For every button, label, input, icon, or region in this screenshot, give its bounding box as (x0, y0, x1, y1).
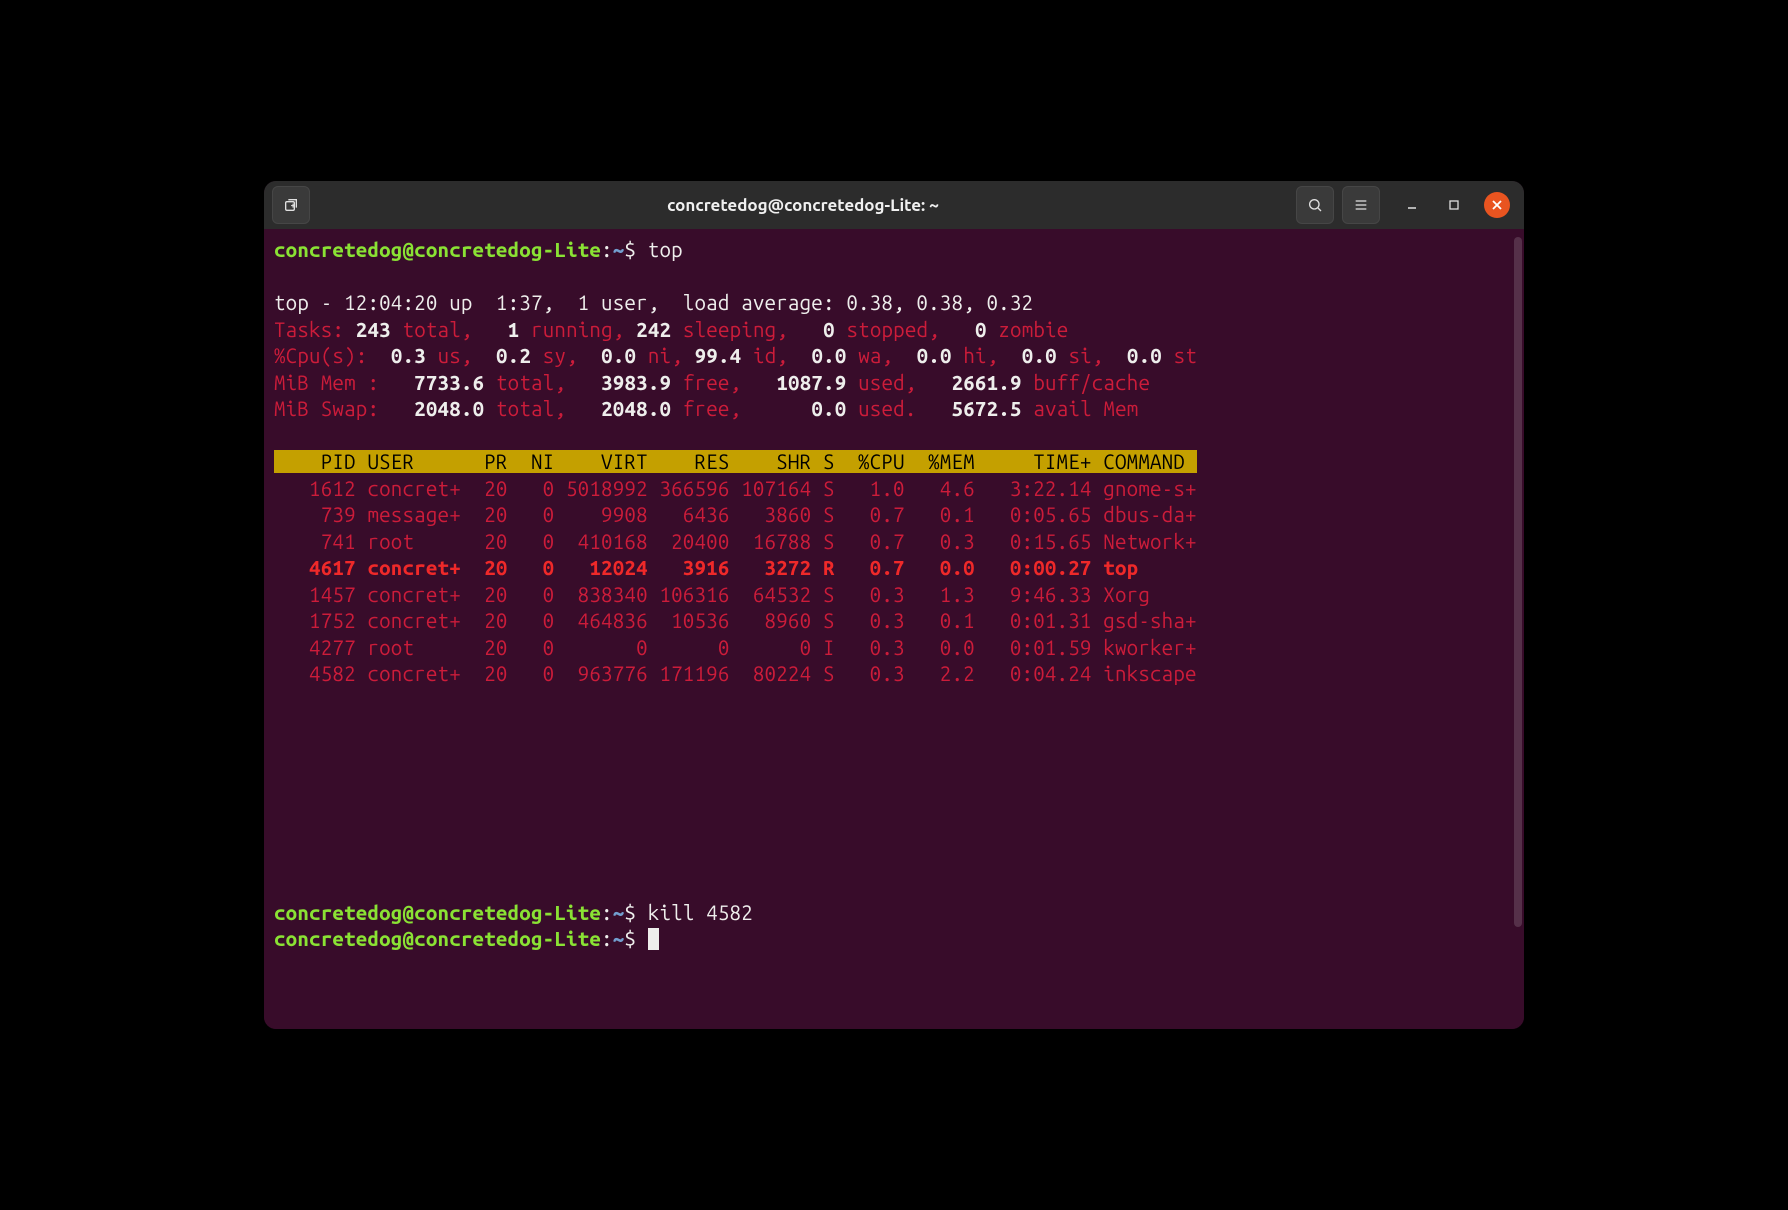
process-row: 741 root 20 0 410168 20400 16788 S 0.7 0… (274, 530, 1197, 553)
terminal-output: concretedog@concretedog-Lite:~$ top top … (274, 237, 1514, 953)
search-button[interactable] (1296, 186, 1334, 224)
close-button[interactable] (1484, 192, 1510, 218)
prompt-cwd: ~ (613, 927, 625, 950)
terminal-body[interactable]: concretedog@concretedog-Lite:~$ top top … (264, 229, 1524, 1029)
prompt-userhost: concretedog@concretedog-Lite (274, 901, 601, 924)
top-summary-line: top - 12:04:20 up 1:37, 1 user, load ave… (274, 291, 1033, 314)
window-title: concretedog@concretedog-Lite: ~ (318, 196, 1288, 215)
prompt-userhost: concretedog@concretedog-Lite (274, 238, 601, 261)
process-row: 1457 concret+ 20 0 838340 106316 64532 S… (274, 583, 1150, 606)
process-row: 739 message+ 20 0 9908 6436 3860 S 0.7 0… (274, 503, 1197, 526)
minimize-button[interactable] (1400, 193, 1424, 217)
titlebar: concretedog@concretedog-Lite: ~ (264, 181, 1524, 229)
scrollbar[interactable] (1514, 237, 1522, 927)
process-row: 1752 concret+ 20 0 464836 10536 8960 S 0… (274, 609, 1197, 632)
window-controls (1400, 192, 1510, 218)
prompt-cwd: ~ (613, 901, 625, 924)
new-tab-button[interactable] (272, 186, 310, 224)
command-kill: kill 4582 (648, 901, 753, 924)
process-row: 4277 root 20 0 0 0 0 I 0.3 0.0 0:01.59 k… (274, 636, 1197, 659)
prompt-userhost: concretedog@concretedog-Lite (274, 927, 601, 950)
prompt-cwd: ~ (613, 238, 625, 261)
maximize-button[interactable] (1442, 193, 1466, 217)
command-top: top (648, 238, 683, 261)
process-row: 1612 concret+ 20 0 5018992 366596 107164… (274, 477, 1197, 500)
cursor (648, 928, 659, 950)
hamburger-menu-button[interactable] (1342, 186, 1380, 224)
process-table-header: PID USER PR NI VIRT RES SHR S %CPU %MEM … (274, 450, 1197, 473)
terminal-window: concretedog@concretedog-Lite: ~ concrete… (264, 181, 1524, 1029)
process-row: 4582 concret+ 20 0 963776 171196 80224 S… (274, 662, 1197, 685)
process-row: 4617 concret+ 20 0 12024 3916 3272 R 0.7… (274, 556, 1138, 579)
